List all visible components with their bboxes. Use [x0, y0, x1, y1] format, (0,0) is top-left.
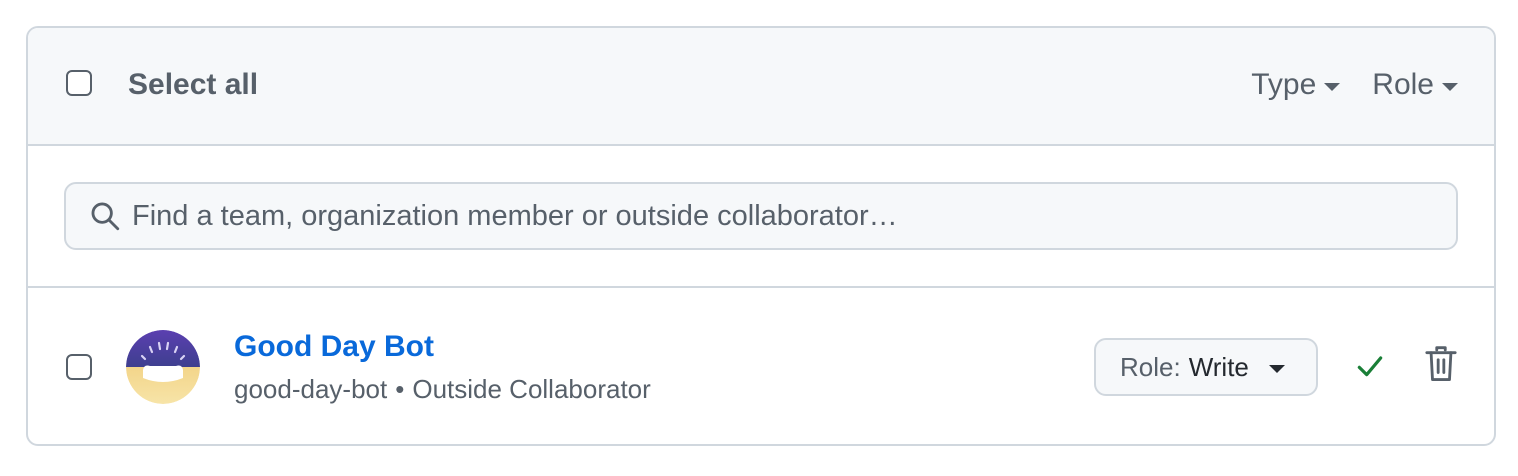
- member-type: Outside Collaborator: [412, 374, 651, 404]
- caret-down-icon: [1442, 83, 1458, 91]
- trash-icon[interactable]: [1424, 344, 1458, 384]
- member-name-link[interactable]: Good Day Bot: [234, 330, 434, 364]
- filter-group: Type Role: [1251, 68, 1458, 102]
- role-value: Write: [1188, 351, 1249, 382]
- select-all-label: Select all: [128, 68, 259, 101]
- caret-down-icon: [1324, 83, 1341, 91]
- type-filter-dropdown[interactable]: Type: [1251, 68, 1341, 102]
- search-icon: [91, 202, 120, 231]
- member-row: Good Day Bot good-day-bot • Outside Collab…: [28, 288, 1494, 444]
- meta-separator: •: [395, 374, 405, 404]
- member-checkbox[interactable]: [66, 354, 92, 380]
- role-filter-label: Role: [1372, 68, 1434, 101]
- check-icon: [1357, 356, 1383, 377]
- role-filter-dropdown[interactable]: Role: [1372, 68, 1458, 102]
- member-meta: good-day-bot • Outside Collaborator: [234, 374, 651, 405]
- collaborators-panel: Select all Type Role Find a team, organi…: [26, 26, 1496, 446]
- role-prefix: Role:: [1120, 351, 1181, 382]
- search-input[interactable]: [132, 199, 1456, 233]
- avatar: [126, 330, 200, 404]
- panel-header: Select all Type Role: [28, 28, 1494, 146]
- search-box[interactable]: [64, 182, 1458, 250]
- member-username: good-day-bot: [234, 374, 388, 404]
- search-row: [28, 146, 1494, 288]
- type-filter-label: Type: [1251, 68, 1317, 101]
- caret-down-icon: [1268, 365, 1285, 373]
- role-select-button[interactable]: Role: Write: [1094, 338, 1318, 396]
- select-all-checkbox[interactable]: [66, 70, 92, 96]
